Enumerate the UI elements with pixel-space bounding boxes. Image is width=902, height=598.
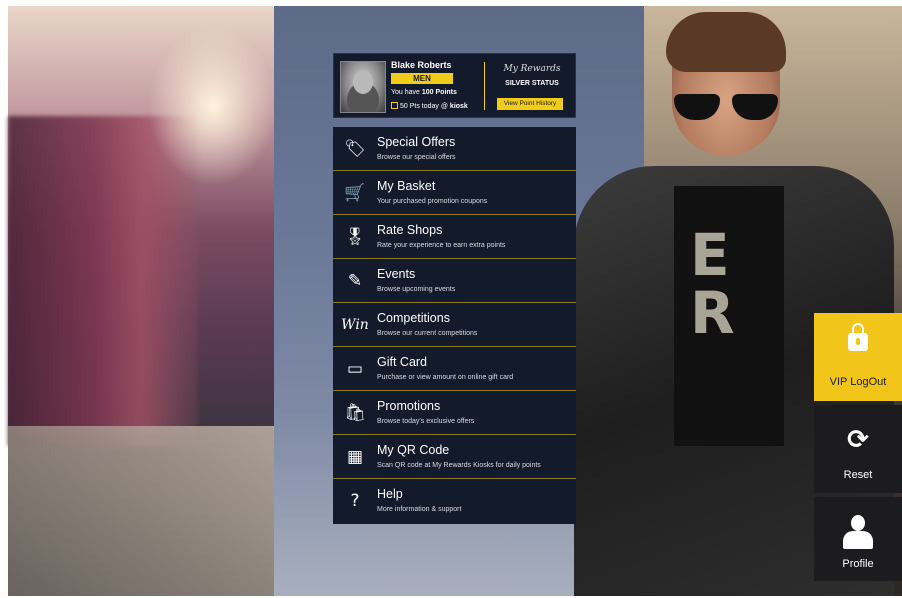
menu-item-subtitle: Browse our current competitions — [377, 330, 478, 337]
menu-item-rate-shops[interactable]: 🎖 Rate Shops Rate your experience to earn … — [333, 215, 576, 259]
platform-blur — [8, 426, 274, 596]
menu-item-my-basket[interactable]: 🛒 My Basket Your purchased promotion coupo… — [333, 171, 576, 215]
menu-item-events[interactable]: ✎ Events Browse upcoming events — [333, 259, 576, 303]
rewards-logo: My Rewards — [503, 64, 561, 74]
menu-item-subtitle: Purchase or view amount on online gift c… — [377, 374, 514, 381]
menu-item-competitions[interactable]: Win Competitions Browse our current compet… — [333, 303, 576, 347]
profile-button[interactable]: Profile — [814, 497, 902, 581]
divider — [484, 62, 485, 110]
ribbon-icon: 🎖 — [344, 227, 366, 247]
menu-item-special-offers[interactable]: 🏷 Special Offers Browse our special offers — [333, 127, 576, 171]
menu-item-my-qr-code[interactable]: ▦ My QR Code Scan QR code at My Rewards Ki… — [333, 435, 576, 479]
menu-item-subtitle: More information & support — [377, 506, 462, 513]
menu-item-promotions[interactable]: 🛍 Promotions Browse today's exclusive offe… — [333, 391, 576, 435]
menu-item-title: Help — [377, 487, 403, 501]
cart-icon: 🛒 — [344, 183, 366, 203]
tag-icon: 🏷 — [344, 139, 366, 159]
win-icon: Win — [341, 317, 369, 333]
kiosk-screen: ER Blake Roberts MEN You have 100 Points… — [0, 0, 902, 598]
menu-item-subtitle: Your purchased promotion coupons — [377, 198, 488, 205]
points-prefix: You have — [391, 89, 422, 96]
menu-item-subtitle: Scan QR code at My Rewards Kiosks for da… — [377, 462, 541, 469]
menu-item-help[interactable]: ? Help More information & support — [333, 479, 576, 524]
today-prefix: 50 Pts today @ — [400, 103, 450, 110]
reset-button[interactable]: ⟳ Reset — [814, 405, 902, 493]
qr-icon: ▦ — [346, 447, 364, 467]
vip-logout-button[interactable]: VIP LogOut — [814, 313, 902, 401]
checkbox-icon — [391, 102, 398, 109]
menu-item-title: My Basket — [377, 179, 436, 193]
menu-item-subtitle: Browse today's exclusive offers — [377, 418, 475, 425]
view-point-history-button[interactable]: View Point History — [497, 98, 563, 110]
menu-item-title: Special Offers — [377, 135, 456, 149]
menu-item-gift-card[interactable]: ▭ Gift Card Purchase or view amount on onl… — [333, 347, 576, 391]
vip-logout-label: VIP LogOut — [829, 376, 887, 388]
profile-card: Blake Roberts MEN You have 100 Points 50… — [333, 53, 576, 118]
today-points: 50 Pts today @ kiosk — [391, 101, 468, 110]
help-icon: ? — [350, 491, 360, 511]
profile-label: Profile — [842, 558, 874, 570]
promo-bag-icon: 🛍 — [344, 403, 366, 423]
light-glow — [148, 26, 278, 186]
gift-card-icon: ▭ — [346, 359, 364, 379]
status-badge: SILVER STATUS — [505, 80, 559, 87]
avatar[interactable] — [340, 61, 386, 113]
points-text: You have 100 Points — [391, 89, 457, 96]
background-left-photo — [8, 6, 278, 596]
points-value: 100 Points — [421, 89, 457, 96]
menu-item-title: Competitions — [377, 311, 450, 325]
today-place: kiosk — [449, 103, 468, 110]
user-icon — [843, 515, 873, 551]
pen-icon: ✎ — [347, 271, 363, 291]
user-name: Blake Roberts — [391, 60, 452, 70]
menu-item-title: Promotions — [377, 399, 441, 413]
menu-item-title: My QR Code — [377, 443, 450, 457]
reset-label: Reset — [843, 469, 873, 481]
lock-icon — [848, 323, 868, 351]
menu-item-subtitle: Browse our special offers — [377, 154, 456, 161]
menu-item-subtitle: Rate your experience to earn extra point… — [377, 242, 506, 249]
refresh-icon: ⟳ — [847, 425, 869, 455]
menu-item-title: Events — [377, 267, 416, 281]
menu-item-title: Gift Card — [377, 355, 428, 369]
menu-item-title: Rate Shops — [377, 223, 443, 237]
main-menu: 🏷 Special Offers Browse our special offers… — [333, 127, 576, 524]
menu-item-subtitle: Browse upcoming events — [377, 286, 456, 293]
level-badge: MEN — [391, 73, 453, 84]
